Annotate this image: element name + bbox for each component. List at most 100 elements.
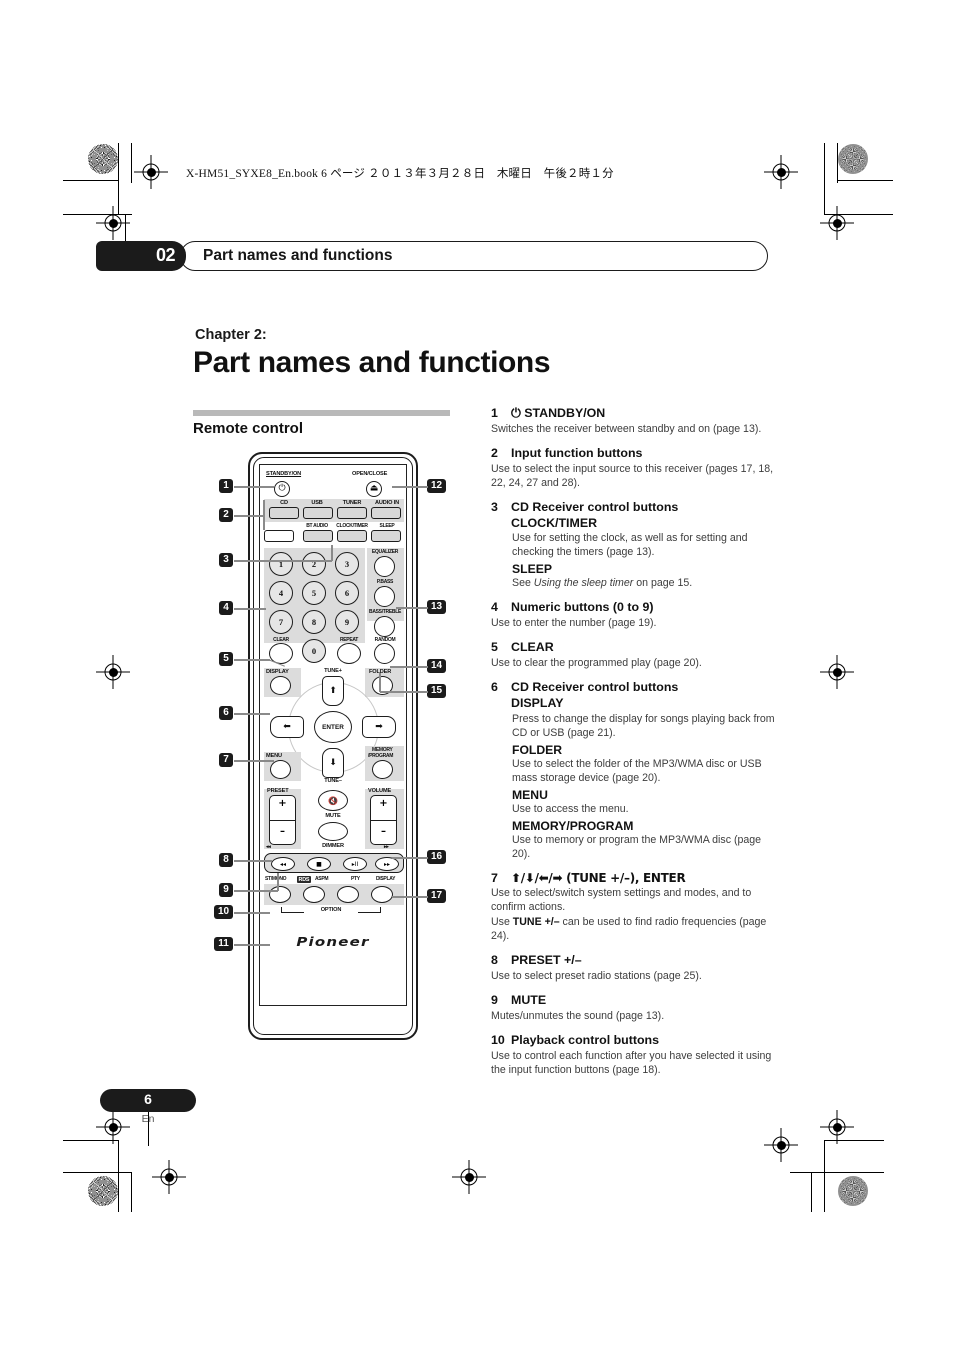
rewind-button[interactable]: ◂◂ <box>271 857 295 871</box>
open-close-button[interactable]: ⏏ <box>366 481 382 497</box>
part-body-2: Use to select the input source to this r… <box>491 462 774 489</box>
usb-button[interactable] <box>303 507 333 519</box>
part-item-3: 3 CD Receiver control buttons CLOCK/TIMER… <box>491 500 777 592</box>
part-subtitle-3: CLOCK/TIMER <box>511 515 598 530</box>
part-item-7: 7 ⬆/⬇/⬅/➡ (TUNE +/–), ENTER Use to select… <box>491 871 777 945</box>
play-pause-button[interactable]: ▸ΙΙ <box>343 857 367 871</box>
label-pty: PTY <box>351 876 360 882</box>
leader-9-v <box>277 873 279 891</box>
tuner-button[interactable] <box>337 507 367 519</box>
menu-button[interactable] <box>270 760 291 779</box>
audio-in-button[interactable] <box>371 507 401 519</box>
random-button[interactable] <box>374 643 395 664</box>
density-dot-top-right <box>838 144 868 174</box>
label-aspm: ASPM <box>315 876 329 882</box>
down-button[interactable]: ⬇ <box>322 748 344 778</box>
part-title-7: ⬆/⬇/⬅/➡ (TUNE +/–), ENTER <box>511 870 686 885</box>
label-display: DISPLAY <box>266 669 289 675</box>
mute-button[interactable]: 🔇 <box>318 790 348 811</box>
crop-line-tl-v2 <box>131 143 132 183</box>
display-2-button[interactable] <box>371 886 393 903</box>
dimmer-button[interactable] <box>318 822 348 841</box>
bt-audio-button[interactable] <box>303 530 333 542</box>
left-button[interactable]: ⬅ <box>270 716 304 738</box>
part-title-6: CD Receiver control buttons <box>511 680 679 694</box>
registration-mark-bl <box>152 1160 186 1194</box>
label-option: OPTION <box>320 907 342 913</box>
part-number-8: 8 <box>491 953 498 968</box>
bass-treble-button[interactable] <box>374 616 395 637</box>
page-language: En <box>141 1113 155 1125</box>
chapter-tab-number: 02 <box>155 245 176 265</box>
aspm-button[interactable] <box>303 886 325 903</box>
numeric-button-6[interactable]: 6 <box>335 581 359 605</box>
arrow-left-icon: ⬅ <box>283 722 291 732</box>
parts-list-column: 1 ⏻ STANDBY/ON Switches the receiver betw… <box>491 406 777 1087</box>
part-sub-body-6-3: Use to access the menu. <box>512 802 629 815</box>
repeat-button[interactable] <box>337 643 361 664</box>
label-usb: USB <box>311 500 323 506</box>
part-item-2: 2 Input function buttons Use to select th… <box>491 446 777 491</box>
numeric-button-4[interactable]: 4 <box>269 581 293 605</box>
part-number-6: 6 <box>491 680 498 694</box>
chapter-label: Chapter 2: <box>195 327 267 343</box>
pty-button[interactable] <box>337 886 359 903</box>
leader-7 <box>234 760 274 762</box>
part-title-1: ⏻ STANDBY/ON <box>511 406 606 420</box>
right-button[interactable]: ➡ <box>362 716 396 738</box>
display-button[interactable] <box>270 676 291 695</box>
st-mono-button[interactable] <box>269 886 291 903</box>
callout-16: 16 <box>427 850 446 864</box>
part-item-4: 4 Numeric buttons (0 to 9) Use to enter t… <box>491 600 777 631</box>
up-button[interactable]: ⬆ <box>322 676 344 706</box>
crop-line-bl-h1 <box>63 1140 119 1141</box>
leader-8 <box>234 860 272 862</box>
play-pause-icon: ▸ΙΙ <box>351 860 359 868</box>
numeric-button-9[interactable]: 9 <box>335 610 359 634</box>
chapter-tab-pill: Part names and functions <box>180 241 768 271</box>
preset-rocker[interactable]: + – <box>269 795 296 845</box>
arrow-right-icon: ➡ <box>375 722 383 732</box>
tune-ref-bold: TUNE +/– <box>512 916 560 929</box>
standby-on-button[interactable]: ⏻ <box>274 481 290 497</box>
p-bass-button[interactable] <box>374 586 395 607</box>
crop-line-bl-v2 <box>131 1172 132 1212</box>
numeric-button-1[interactable]: 1 <box>269 552 293 576</box>
numeric-button-0[interactable]: 0 <box>302 639 326 663</box>
part-title-9: MUTE <box>511 993 547 1008</box>
enter-button[interactable]: ENTER <box>314 711 352 743</box>
label-st-mono: ST/MONO <box>265 876 287 882</box>
label-program: /PROGRAM <box>368 753 394 759</box>
stop-icon: ■ <box>316 860 322 868</box>
label-open-close: OPEN/CLOSE <box>352 471 388 477</box>
sleep-ref-pre: See <box>512 577 534 590</box>
numeric-button-8[interactable]: 8 <box>302 610 326 634</box>
volume-rocker-divider <box>371 820 396 822</box>
cd-button[interactable] <box>269 507 299 519</box>
leader-6 <box>234 713 270 715</box>
registration-mark-tr <box>764 155 798 189</box>
part-sub-body-6-4: Use to memory or program the MP3/WMA dis… <box>512 833 762 860</box>
equalizer-button[interactable] <box>374 556 395 577</box>
sleep-button[interactable] <box>371 530 401 542</box>
numeric-button-5[interactable]: 5 <box>302 581 326 605</box>
clock-timer-button[interactable] <box>337 530 367 542</box>
stop-button[interactable]: ■ <box>307 857 331 871</box>
volume-minus-label: – <box>381 826 386 837</box>
part-item-1: 1 ⏻ STANDBY/ON Switches the receiver betw… <box>491 406 777 437</box>
numeric-button-3[interactable]: 3 <box>335 552 359 576</box>
volume-rocker[interactable]: + – <box>370 795 397 845</box>
blank-button[interactable] <box>264 530 294 542</box>
numeric-button-7[interactable]: 7 <box>269 610 293 634</box>
page-number: 6 <box>144 1091 152 1107</box>
memory-program-button[interactable] <box>372 760 393 779</box>
numeric-button-2[interactable]: 2 <box>302 552 326 576</box>
registration-mark-right-lower <box>820 1110 854 1144</box>
chapter-tab-title: Part names and functions <box>203 247 393 264</box>
part-number-4: 4 <box>491 600 498 615</box>
part-sub-head-6-3: MENU <box>512 787 548 802</box>
preset-plus-label: + <box>278 798 287 809</box>
callout-9: 9 <box>219 883 233 897</box>
fast-forward-button[interactable]: ▸▸ <box>375 857 399 871</box>
numeric-label-6: 6 <box>344 588 350 598</box>
